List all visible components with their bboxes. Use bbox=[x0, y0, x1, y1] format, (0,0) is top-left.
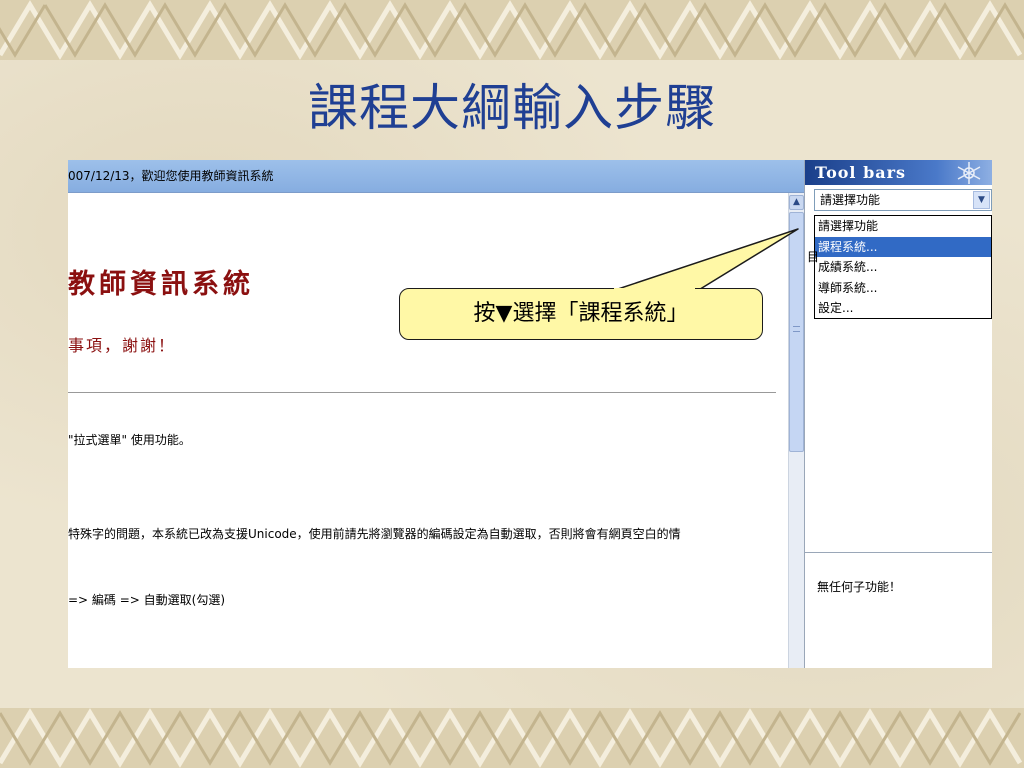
system-title: 教師資訊系統 bbox=[68, 269, 254, 300]
function-select-value: 請選擇功能 bbox=[820, 193, 881, 207]
grip-icon bbox=[793, 326, 800, 332]
welcome-header-bar: 007/12/13，歡迎您使用教師資訊系統 bbox=[68, 160, 804, 193]
decorative-border-bottom bbox=[0, 708, 1024, 768]
scroll-thumb[interactable] bbox=[789, 212, 804, 452]
body-line-encoding-steps: => 編碼 => 自動選取(勾選) bbox=[68, 593, 226, 607]
dropdown-option-advisor-system[interactable]: 導師系統... bbox=[815, 278, 991, 299]
callout-text: 按▼選擇「課程系統」 bbox=[473, 301, 689, 326]
chevron-down-icon[interactable]: ▼ bbox=[973, 191, 990, 209]
decorative-border-top bbox=[0, 0, 1024, 60]
browser-screenshot: 007/12/13，歡迎您使用教師資訊系統 教師資訊系統 事項，謝謝！ "拉式選… bbox=[68, 160, 992, 668]
body-line-unicode-notice: 特殊字的問題，本系統已改為支援Unicode，使用前請先將瀏覽器的編碼設定為自動… bbox=[68, 527, 681, 541]
vertical-scrollbar[interactable]: ▲ bbox=[788, 193, 804, 668]
notice-line: 事項，謝謝！ bbox=[68, 336, 177, 355]
snowflake-icon bbox=[957, 162, 981, 184]
dropdown-option-settings[interactable]: 設定... bbox=[815, 298, 991, 319]
callout-box: 按▼選擇「課程系統」 bbox=[399, 288, 763, 340]
scroll-up-icon[interactable]: ▲ bbox=[789, 195, 804, 210]
dropdown-option-choose-function[interactable]: 請選擇功能 bbox=[815, 216, 991, 237]
tool-panel-title: Tool bars bbox=[815, 163, 907, 182]
partial-label: 目 bbox=[807, 250, 820, 264]
slide-title: 課程大綱輸入步驟 bbox=[308, 79, 716, 137]
tool-panel-header: Tool bars bbox=[805, 160, 992, 185]
horizontal-rule bbox=[68, 392, 776, 393]
dropdown-option-course-system[interactable]: 課程系統... bbox=[815, 236, 991, 257]
tool-panel: Tool bars 請選擇功能 ▼ 請選擇功能 課程系統... 成績系統... … bbox=[804, 160, 992, 668]
main-frame: 007/12/13，歡迎您使用教師資訊系統 教師資訊系統 事項，謝謝！ "拉式選… bbox=[68, 160, 804, 668]
dropdown-option-grade-system[interactable]: 成績系統... bbox=[815, 257, 991, 278]
function-dropdown-list: 請選擇功能 課程系統... 成績系統... 導師系統... 設定... bbox=[814, 215, 992, 319]
body-line-dropdown-usage: "拉式選單" 使用功能。 bbox=[68, 433, 191, 447]
subfunction-message: 無任何子功能！ bbox=[817, 580, 902, 594]
function-select[interactable]: 請選擇功能 ▼ bbox=[814, 189, 992, 211]
panel-divider bbox=[805, 552, 992, 553]
